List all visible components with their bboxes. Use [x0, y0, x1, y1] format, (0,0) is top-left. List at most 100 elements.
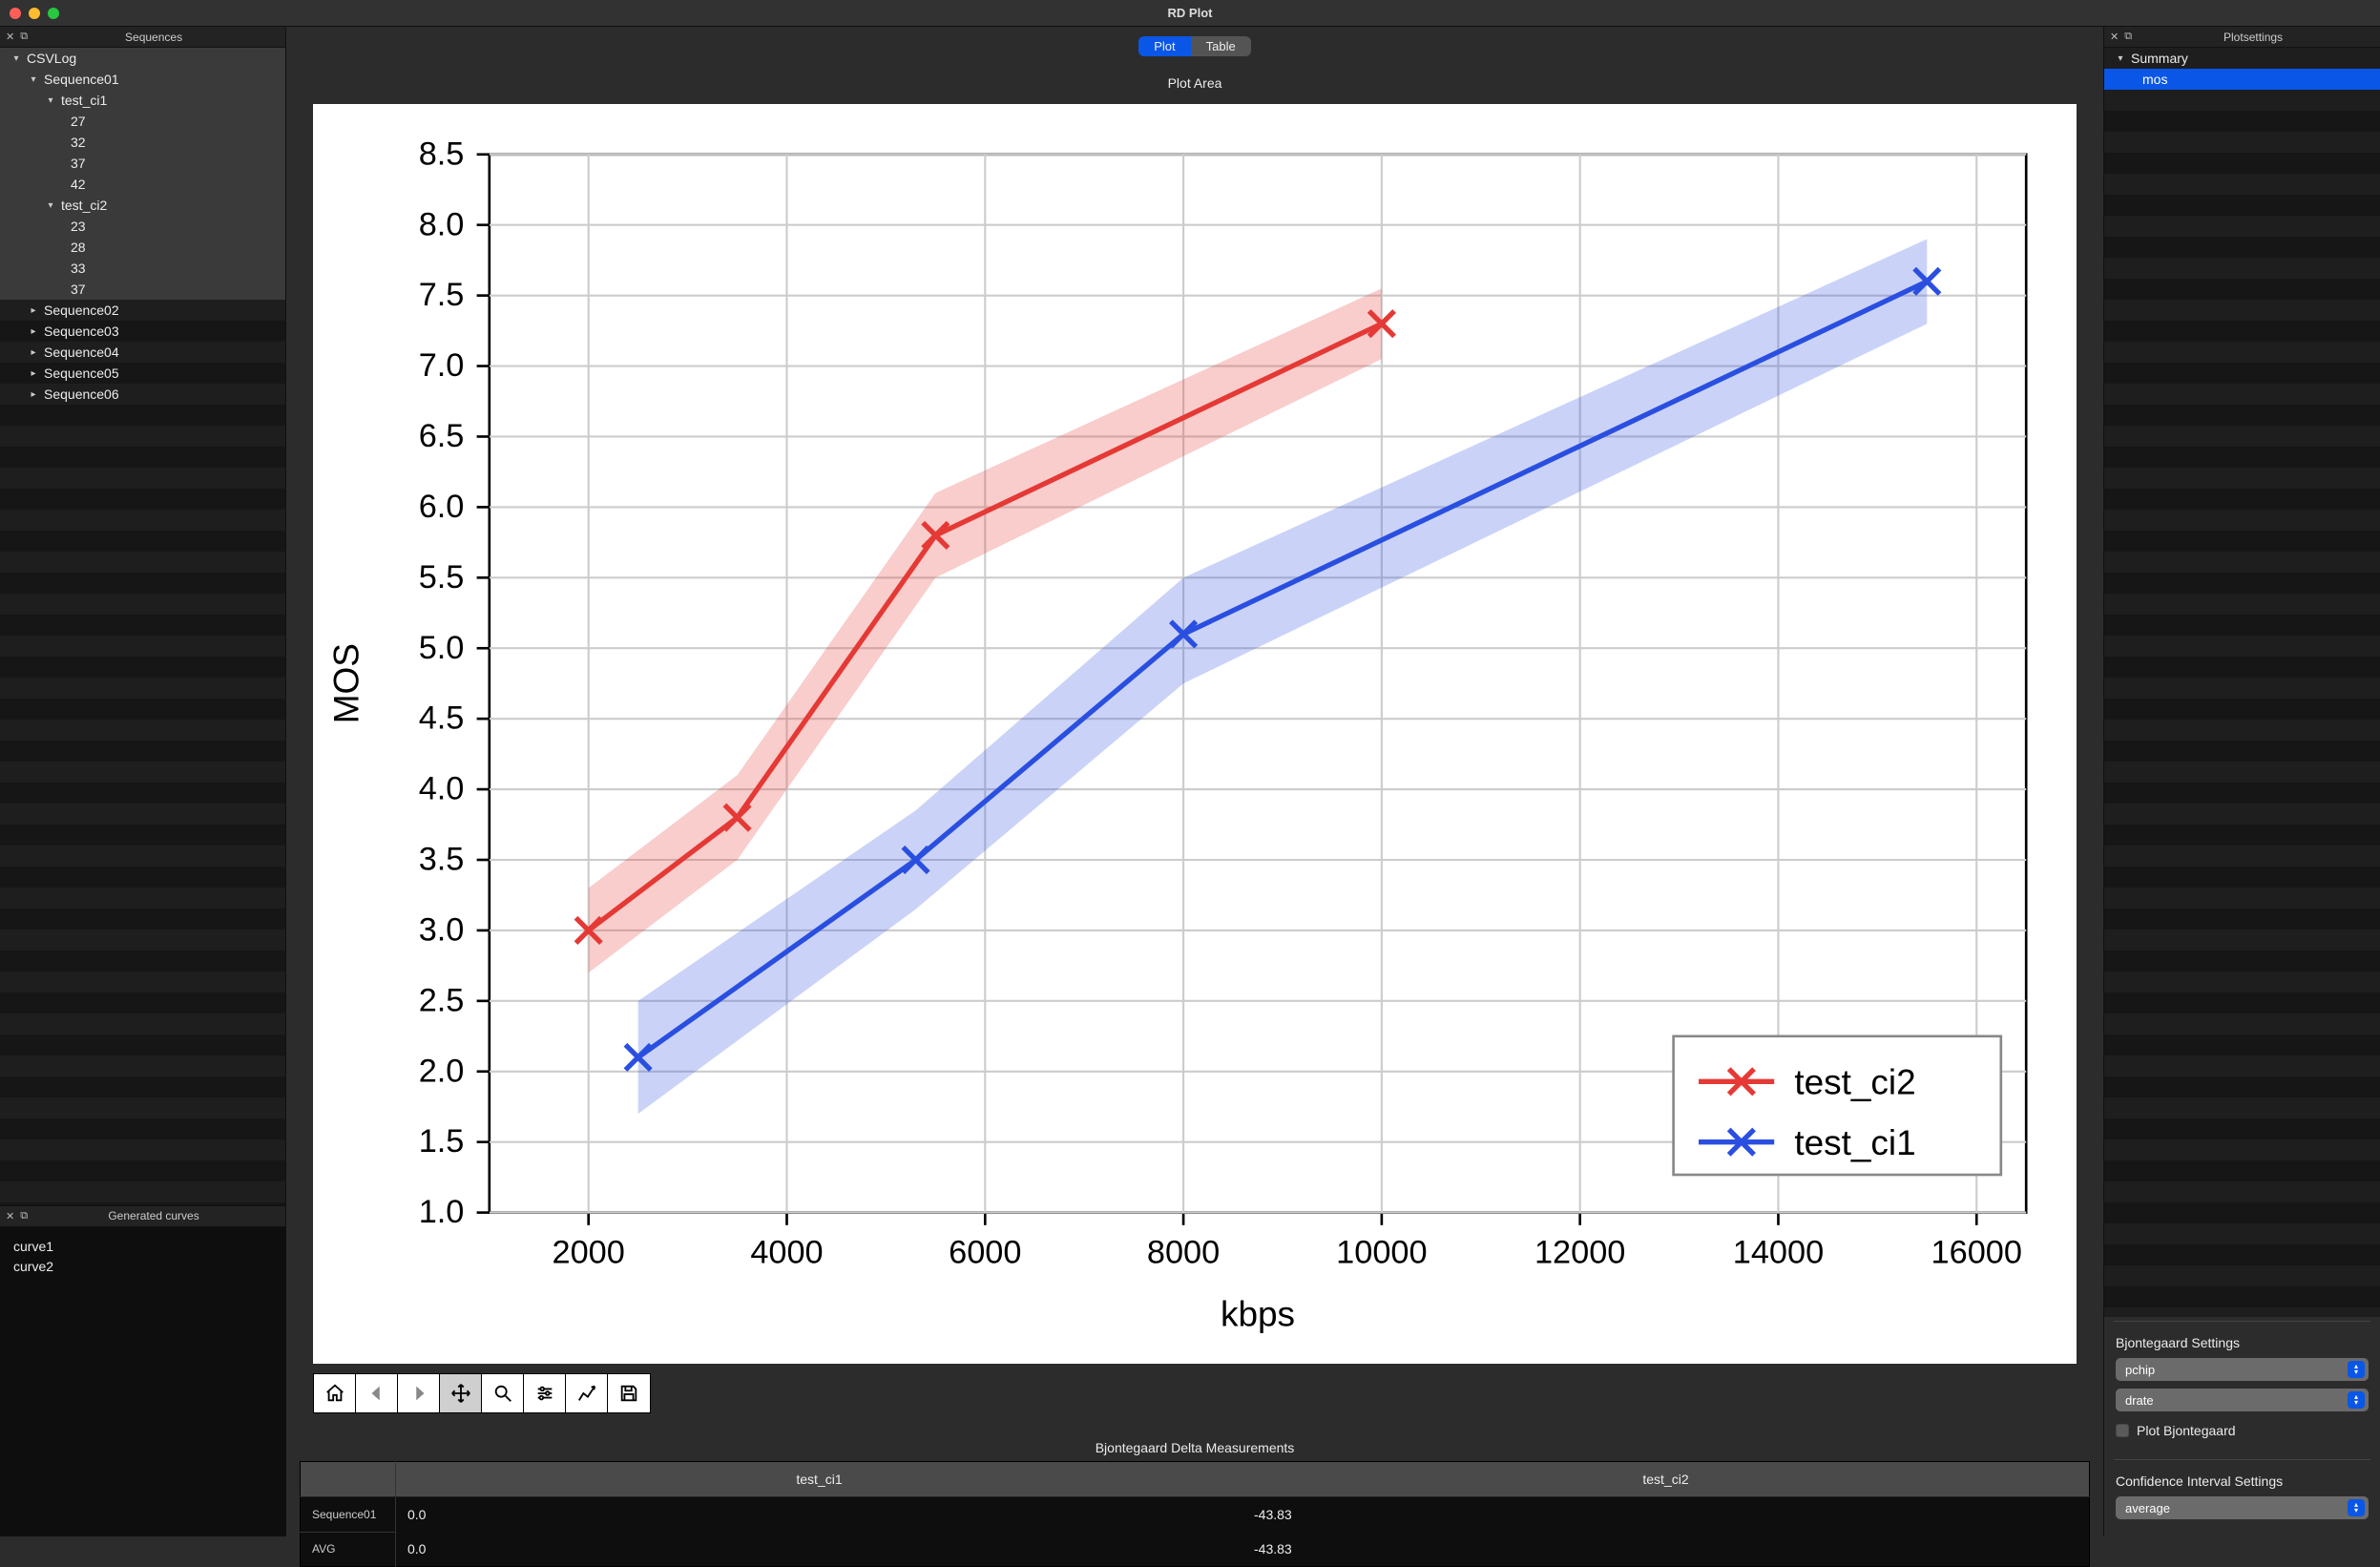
caret-right-icon: ▸: [27, 305, 40, 316]
svg-text:1.5: 1.5: [419, 1123, 465, 1160]
col-header: test_ci2: [1242, 1462, 2090, 1497]
close-panel-icon[interactable]: ✕: [6, 31, 14, 43]
svg-text:2.5: 2.5: [419, 982, 465, 1018]
svg-text:16000: 16000: [1931, 1234, 2022, 1270]
sequences-title: Sequences: [28, 31, 280, 44]
svg-text:2.0: 2.0: [419, 1053, 465, 1089]
tab-bar: Plot Table: [300, 31, 2090, 62]
plot-area-title: Plot Area: [313, 75, 2077, 91]
bjontegaard-settings-title: Bjontegaard Settings: [2116, 1335, 2369, 1350]
tree-item-sequence01[interactable]: ▾ Sequence01: [0, 69, 285, 90]
caret-right-icon: ▸: [27, 326, 40, 337]
caret-down-icon: ▾: [44, 95, 57, 106]
caret-right-icon: ▸: [27, 347, 40, 358]
edit-axes-icon[interactable]: [566, 1374, 608, 1412]
zoom-icon[interactable]: [482, 1374, 524, 1412]
window-controls: [10, 8, 59, 19]
tree-item-test-ci2[interactable]: ▾ test_ci2: [0, 195, 285, 216]
svg-text:test_ci2: test_ci2: [1794, 1063, 1915, 1102]
tree-item-sequence02[interactable]: ▸Sequence02: [0, 300, 285, 321]
ci-settings: Confidence Interval Settings average ▴▾: [2104, 1464, 2380, 1536]
updown-icon: ▴▾: [2348, 1499, 2365, 1516]
close-panel-icon[interactable]: ✕: [6, 1210, 14, 1222]
svg-text:2000: 2000: [553, 1234, 625, 1270]
svg-text:7.0: 7.0: [419, 347, 465, 384]
bj-interp-select[interactable]: pchip ▴▾: [2116, 1358, 2369, 1381]
svg-text:MOS: MOS: [327, 643, 366, 723]
save-icon[interactable]: [608, 1374, 650, 1412]
svg-text:8000: 8000: [1147, 1234, 1220, 1270]
tree-item[interactable]: 42: [0, 174, 285, 195]
undock-panel-icon[interactable]: ⧉: [2124, 31, 2132, 43]
ci-settings-title: Confidence Interval Settings: [2116, 1473, 2369, 1489]
configure-icon[interactable]: [524, 1374, 566, 1412]
plot-canvas[interactable]: 2000400060008000100001200014000160001.01…: [313, 104, 2077, 1364]
plotsettings-title: Plotsettings: [2132, 31, 2374, 44]
tree-item-test-ci1[interactable]: ▾ test_ci1: [0, 90, 285, 111]
plotsettings-tree[interactable]: ▾ Summary mos: [2104, 48, 2380, 1317]
home-icon[interactable]: [314, 1374, 356, 1412]
plot-toolbar: [313, 1373, 651, 1413]
minimize-icon[interactable]: [29, 8, 40, 19]
tree-item-sequence03[interactable]: ▸Sequence03: [0, 321, 285, 342]
svg-text:5.5: 5.5: [419, 559, 465, 595]
updown-icon: ▴▾: [2348, 1391, 2365, 1409]
generated-curves-list[interactable]: curve1 curve2: [0, 1227, 285, 1536]
close-panel-icon[interactable]: ✕: [2110, 31, 2119, 43]
generated-curves-header: ✕ ⧉ Generated curves: [0, 1206, 285, 1227]
plot-bjontegaard-checkbox[interactable]: Plot Bjontegaard: [2116, 1419, 2369, 1446]
svg-text:3.0: 3.0: [419, 911, 465, 948]
svg-text:4.0: 4.0: [419, 771, 465, 807]
bj-metric-select[interactable]: drate ▴▾: [2116, 1389, 2369, 1411]
bjontegaard-table: test_ci1 test_ci2 Sequence01 0.0 -43.83 …: [300, 1461, 2090, 1567]
svg-text:6000: 6000: [949, 1234, 1021, 1270]
svg-text:8.0: 8.0: [419, 206, 465, 242]
tree-item[interactable]: 37: [0, 279, 285, 300]
window-title: RD Plot: [1168, 6, 1213, 20]
titlebar: RD Plot: [0, 0, 2380, 27]
caret-down-icon: ▾: [44, 200, 57, 211]
tree-item-sequence05[interactable]: ▸Sequence05: [0, 363, 285, 384]
undock-panel-icon[interactable]: ⧉: [20, 1210, 28, 1222]
tree-item-sequence06[interactable]: ▸Sequence06: [0, 384, 285, 405]
close-icon[interactable]: [10, 8, 21, 19]
svg-text:7.5: 7.5: [419, 277, 465, 313]
tree-item[interactable]: 33: [0, 258, 285, 279]
tab-plot[interactable]: Plot: [1138, 36, 1190, 56]
tree-item[interactable]: 23: [0, 216, 285, 237]
list-item[interactable]: curve1: [13, 1237, 272, 1257]
forward-icon[interactable]: [398, 1374, 440, 1412]
sequences-tree[interactable]: ▾ CSVLog ▾ Sequence01 ▾ test_ci1 27 32 3…: [0, 48, 285, 1205]
caret-right-icon: ▸: [27, 389, 40, 400]
back-icon[interactable]: [356, 1374, 398, 1412]
checkbox-icon: [2116, 1424, 2129, 1437]
svg-text:test_ci1: test_ci1: [1794, 1123, 1915, 1162]
caret-down-icon: ▾: [10, 53, 23, 64]
ci-mode-select[interactable]: average ▴▾: [2116, 1496, 2369, 1519]
bjontegaard-settings: Bjontegaard Settings pchip ▴▾ drate ▴▾ P…: [2104, 1326, 2380, 1455]
undock-panel-icon[interactable]: ⧉: [20, 31, 28, 43]
svg-text:4.5: 4.5: [419, 700, 465, 737]
table-row: Sequence01 0.0 -43.83: [301, 1497, 2090, 1533]
caret-down-icon: ▾: [27, 74, 40, 85]
fullscreen-icon[interactable]: [48, 8, 59, 19]
tab-table[interactable]: Table: [1191, 36, 1251, 56]
tree-item[interactable]: 27: [0, 111, 285, 132]
svg-text:8.5: 8.5: [419, 136, 465, 172]
tree-item-sequence04[interactable]: ▸Sequence04: [0, 342, 285, 363]
tree-item-csvlog[interactable]: ▾ CSVLog: [0, 48, 285, 69]
tree-item[interactable]: 28: [0, 237, 285, 258]
tree-item[interactable]: 32: [0, 132, 285, 153]
tree-item-mos[interactable]: mos: [2104, 69, 2380, 90]
tree-item-summary[interactable]: ▾ Summary: [2104, 48, 2380, 69]
svg-text:kbps: kbps: [1221, 1294, 1295, 1333]
list-item[interactable]: curve2: [13, 1257, 272, 1277]
svg-text:14000: 14000: [1733, 1234, 1824, 1270]
table-row: AVG 0.0 -43.83: [301, 1532, 2090, 1567]
col-header: test_ci1: [396, 1462, 1243, 1497]
tree-item[interactable]: 37: [0, 153, 285, 174]
pan-icon[interactable]: [440, 1374, 482, 1412]
tree-empty-area: [2104, 90, 2380, 1317]
generated-curves-title: Generated curves: [28, 1209, 280, 1222]
updown-icon: ▴▾: [2348, 1361, 2365, 1378]
